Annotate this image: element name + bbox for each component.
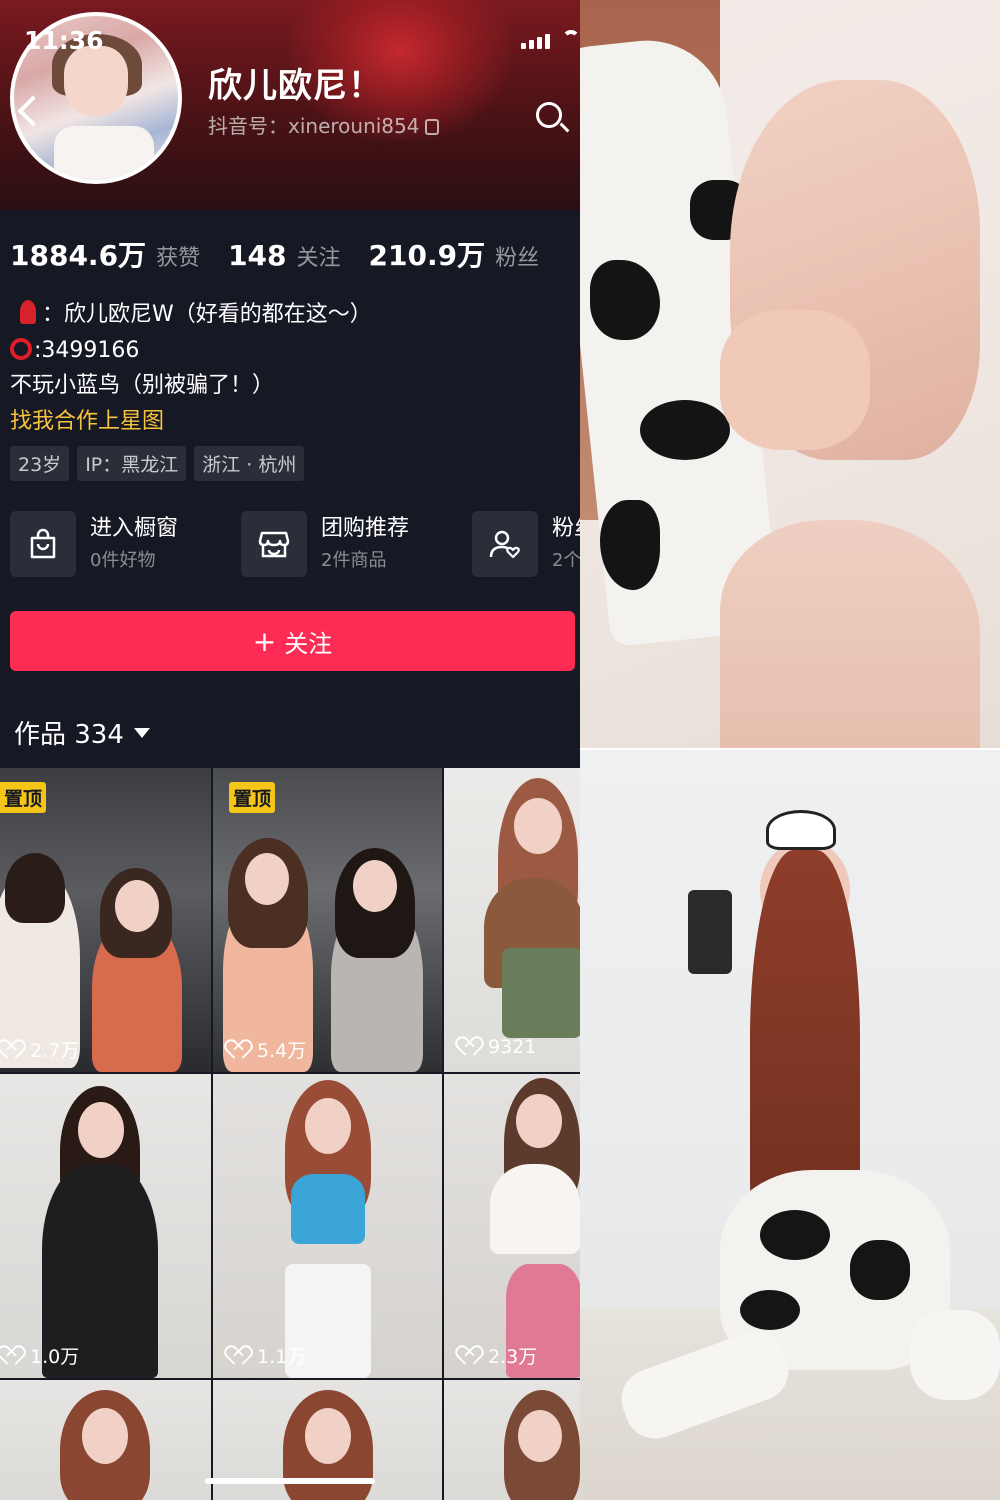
follow-button-label: 关注 bbox=[284, 629, 333, 658]
likes-count: 1884.6万 bbox=[10, 239, 147, 272]
shortcut-row: 进入橱窗 0件好物 团购推荐 2件商品 粉丝 2个 bbox=[10, 510, 580, 578]
heart-icon bbox=[229, 1347, 249, 1365]
store-icon bbox=[241, 511, 307, 577]
video-tile[interactable]: 置顶 5.4万 bbox=[213, 768, 442, 1072]
following-label[interactable]: 关注 bbox=[297, 240, 341, 272]
plus-icon: + bbox=[252, 624, 277, 658]
shortcut-group-buy[interactable]: 团购推荐 2件商品 bbox=[241, 510, 472, 578]
video-tile[interactable]: 置顶 2.7万 bbox=[0, 768, 211, 1072]
shortcut-title: 粉丝 bbox=[552, 516, 580, 541]
bio-line-1: ：欣儿欧尼W（好看的都在这～） bbox=[42, 302, 372, 327]
photo-top-right bbox=[580, 0, 1000, 748]
shortcut-title: 团购推荐 bbox=[321, 516, 410, 541]
profile-bio: ：欣儿欧尼W（好看的都在这～） :3499166 不玩小蓝鸟（别被骗了！） 找我… bbox=[10, 297, 372, 439]
heart-icon bbox=[229, 1041, 249, 1059]
douyin-id: 抖音号：xinerouni854 bbox=[208, 114, 420, 138]
tag-location: 浙江 · 杭州 bbox=[194, 446, 305, 481]
video-tile[interactable]: 9321 bbox=[444, 768, 580, 1072]
pinned-badge: 置顶 bbox=[229, 782, 276, 813]
video-tile[interactable]: 1.0万 bbox=[0, 1074, 211, 1378]
shortcut-fans[interactable]: 粉丝 2个 bbox=[472, 510, 580, 578]
likes-count: 1.1万 bbox=[229, 1342, 306, 1369]
shopping-bag-icon bbox=[10, 511, 76, 577]
shortcut-subtitle: 0件好物 bbox=[90, 550, 156, 571]
heart-icon bbox=[460, 1038, 480, 1056]
wifi-icon bbox=[562, 30, 580, 48]
profile-stats: 1884.6万 获赞 148 关注 210.9万 粉丝 bbox=[10, 234, 567, 274]
heart-icon bbox=[2, 1347, 22, 1365]
likes-count: 5.4万 bbox=[229, 1036, 306, 1063]
fans-icon bbox=[472, 511, 538, 577]
video-tile[interactable]: 1.1万 bbox=[213, 1074, 442, 1378]
shortcut-subtitle: 2个 bbox=[552, 550, 580, 571]
shortcut-title: 进入橱窗 bbox=[90, 516, 179, 541]
follow-button[interactable]: + 关注 bbox=[10, 611, 575, 671]
douyin-id-row[interactable]: 抖音号：xinerouni854 bbox=[208, 110, 440, 139]
likes-count: 2.7万 bbox=[2, 1036, 79, 1063]
composite-screenshot: 11:36 欣儿欧尼！ 抖音号：xinerouni854 1884.6万 获赞 … bbox=[0, 0, 1000, 1500]
photo-bottom-right bbox=[580, 750, 1000, 1500]
copy-icon[interactable] bbox=[425, 119, 440, 135]
works-tab[interactable]: 作品 334 bbox=[14, 714, 150, 751]
followers-count[interactable]: 210.9万 bbox=[369, 234, 486, 274]
video-grid: 置顶 2.7万 置顶 5.4万 9321 1.0万 1.1万 2.3万 bbox=[0, 768, 580, 1500]
shortcut-showcase[interactable]: 进入橱窗 0件好物 bbox=[10, 510, 241, 578]
ribbon-icon bbox=[20, 300, 36, 324]
likes-label: 获赞 bbox=[156, 246, 201, 271]
status-time: 11:36 bbox=[24, 26, 104, 55]
caret-down-icon bbox=[133, 727, 150, 738]
tag-age: 23岁 bbox=[10, 446, 70, 481]
circle-icon bbox=[10, 337, 32, 360]
profile-name: 欣儿欧尼！ bbox=[208, 66, 383, 106]
status-bar: 11:36 bbox=[0, 26, 580, 58]
likes-count: 1.0万 bbox=[2, 1342, 79, 1369]
pinned-badge: 置顶 bbox=[0, 782, 47, 813]
star-map-link[interactable]: 找我合作上星图 bbox=[10, 409, 164, 434]
following-count[interactable]: 148 bbox=[228, 239, 286, 272]
bio-line-2: :3499166 bbox=[34, 337, 140, 363]
tag-ip: IP：黑龙江 bbox=[77, 446, 187, 481]
video-tile[interactable]: 2.3万 bbox=[444, 1074, 580, 1378]
search-icon[interactable] bbox=[536, 102, 562, 128]
bio-line-3: 不玩小蓝鸟（别被骗了！） bbox=[10, 373, 275, 398]
likes-count: 2.3万 bbox=[460, 1342, 537, 1369]
home-indicator[interactable] bbox=[205, 1478, 375, 1484]
heart-icon bbox=[2, 1041, 22, 1059]
video-tile[interactable] bbox=[0, 1380, 211, 1500]
signal-icon bbox=[521, 34, 550, 49]
followers-label[interactable]: 粉丝 bbox=[495, 240, 539, 272]
works-tab-label: 作品 334 bbox=[14, 720, 124, 750]
shortcut-subtitle: 2件商品 bbox=[321, 550, 387, 571]
heart-icon bbox=[460, 1347, 480, 1365]
profile-tags: 23岁 IP：黑龙江 浙江 · 杭州 bbox=[10, 446, 305, 481]
likes-count: 9321 bbox=[460, 1036, 536, 1058]
profile-screen: 11:36 欣儿欧尼！ 抖音号：xinerouni854 1884.6万 获赞 … bbox=[0, 0, 580, 1500]
video-tile[interactable] bbox=[444, 1380, 580, 1500]
